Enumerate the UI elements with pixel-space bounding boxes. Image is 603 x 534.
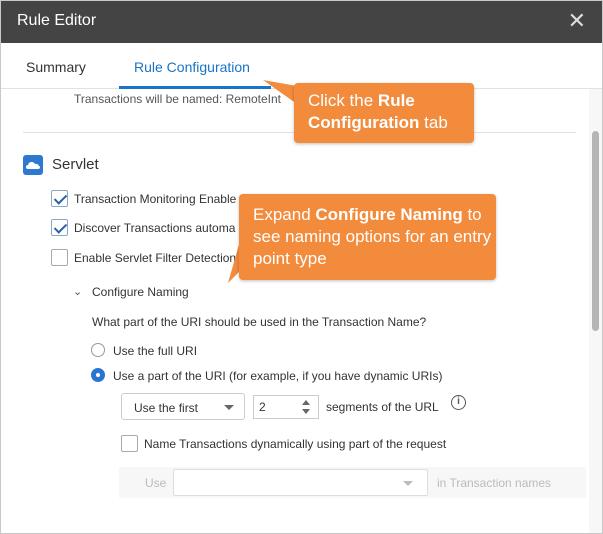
dynamic-naming-checkbox[interactable] [121,435,138,452]
info-icon[interactable]: i [451,395,466,410]
dynamic-naming-label: Name Transactions dynamically using part… [144,437,447,451]
tab-hint-pre: Click the [308,91,378,110]
segment-position-value: Use the first [134,401,199,415]
partial-uri-label: Use a part of the URI (for example, if y… [113,369,443,383]
discover-transactions-label: Discover Transactions automa [74,221,236,235]
chevron-down-icon[interactable]: ⌄ [73,285,82,298]
title-bar: Rule Editor ✕ [1,1,602,43]
transaction-monitoring-label: Transaction Monitoring Enable [74,192,237,206]
full-uri-radio[interactable] [91,343,105,357]
uri-question: What part of the URI should be used in t… [92,315,427,329]
partial-uri-radio[interactable] [91,368,105,382]
segment-count-input[interactable] [259,400,299,414]
cloud-icon [23,155,43,175]
dialog-title: Rule Editor [17,12,97,29]
request-part-select[interactable] [173,469,428,496]
servlet-filter-label: Enable Servlet Filter Detection [74,251,237,265]
use-label: Use [145,476,167,490]
caret-down-icon [224,405,234,410]
caret-down-icon [403,481,413,486]
stepper-up-icon[interactable] [302,400,310,405]
transaction-monitoring-checkbox[interactable] [51,190,68,207]
naming-hint-callout: Expand Configure Naming to see naming op… [239,194,496,280]
stepper-down-icon[interactable] [302,409,310,414]
configure-naming-toggle[interactable]: Configure Naming [92,285,189,299]
close-icon[interactable]: ✕ [568,9,586,33]
segment-count-stepper[interactable] [253,395,319,419]
tab-hint-callout: Click the Rule Configuration tab [294,83,474,143]
tab-rule-configuration[interactable]: Rule Configuration [134,59,250,75]
tab-summary[interactable]: Summary [26,59,86,75]
naming-hint-bold: Configure Naming [315,205,463,224]
use-suffix: in Transaction names [437,476,552,490]
segments-suffix: segments of the URL [326,400,439,414]
tab-hint-post: tab [419,113,448,132]
servlet-heading: Servlet [52,156,99,173]
rule-editor-dialog: Rule Editor ✕ Summary Rule Configuration… [0,0,603,534]
scrollbar-thumb[interactable] [592,131,599,331]
discover-transactions-checkbox[interactable] [51,219,68,236]
scrollbar[interactable] [589,89,602,533]
naming-hint-pre: Expand [253,205,316,224]
servlet-filter-checkbox[interactable] [51,249,68,266]
full-uri-label: Use the full URI [113,344,198,358]
segment-position-select[interactable]: Use the first [121,393,245,420]
